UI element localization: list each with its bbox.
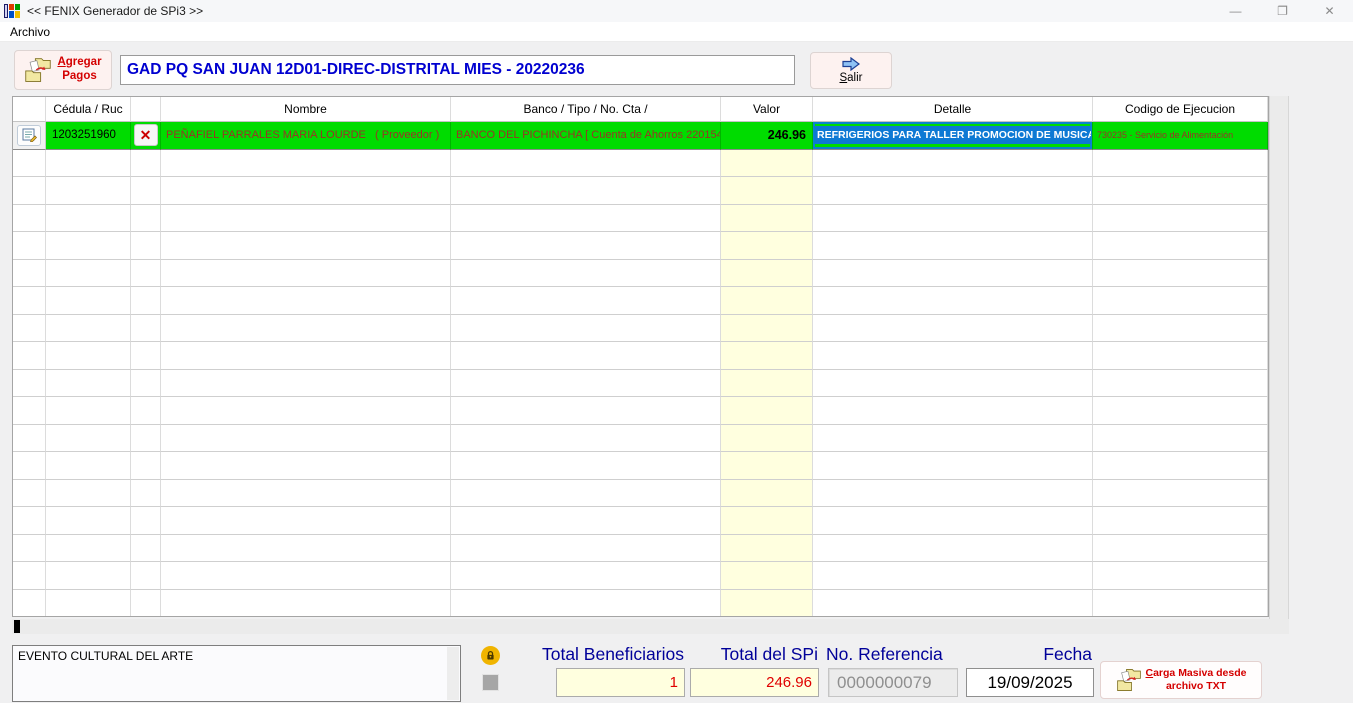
agregar-pagos-label: Agregar Pagos [57, 56, 102, 82]
delete-row-cell[interactable]: ✕ [131, 122, 161, 150]
cedula-cell[interactable]: 1203251960 [46, 122, 131, 150]
restore-button[interactable]: ❐ [1259, 0, 1306, 22]
empty-table-row[interactable] [13, 314, 1268, 342]
header-codigo: Codigo de Ejecucion [1093, 97, 1268, 122]
empty-table-row[interactable] [13, 562, 1268, 590]
fecha-field[interactable] [966, 668, 1094, 697]
detalle-selected-text: REFRIGERIOS PARA TALLER PROMOCION DE MUS… [814, 126, 1091, 145]
header-nombre: Nombre [161, 97, 451, 122]
lock-icon [481, 646, 500, 665]
menu-bar: Archivo [0, 22, 1353, 42]
no-referencia-field [828, 668, 958, 697]
empty-table-row[interactable] [13, 397, 1268, 425]
exit-arrow-icon [842, 57, 860, 71]
no-referencia-label: No. Referencia [826, 644, 943, 664]
empty-table-row[interactable] [13, 204, 1268, 232]
codigo-ejecucion-cell[interactable]: 730235 - Servicio de Alimentación [1093, 122, 1268, 150]
header-valor: Valor [721, 97, 813, 122]
menu-item-archivo[interactable]: Archivo [0, 25, 60, 39]
carga-masiva-label: Carga Masiva desde archivo TXT [1145, 667, 1247, 692]
observacion-box: EVENTO CULTURAL DEL ARTE [12, 645, 461, 702]
carga-masiva-button[interactable]: Carga Masiva desde archivo TXT [1100, 661, 1262, 699]
empty-table-row[interactable] [13, 424, 1268, 452]
header-banco: Banco / Tipo / No. Cta / [451, 97, 721, 122]
vertical-scrollbar[interactable] [1269, 96, 1289, 634]
app-icon [4, 4, 20, 18]
header-blank2 [131, 97, 161, 122]
horizontal-scrollbar-thumb[interactable] [14, 620, 20, 633]
payment-row[interactable]: 1203251960 ✕ PEÑAFIEL PARRALES MARIA LOU… [13, 122, 1268, 150]
header-detalle: Detalle [813, 97, 1093, 122]
header-cedula: Cédula / Ruc [46, 97, 131, 122]
edit-row-cell[interactable] [13, 122, 46, 150]
empty-table-row[interactable] [13, 177, 1268, 205]
salir-button[interactable]: Salir [810, 52, 892, 89]
empty-table-row[interactable] [13, 507, 1268, 535]
folders-arrow-icon [1116, 669, 1141, 691]
empty-table-row[interactable] [13, 589, 1268, 616]
empty-table-row[interactable] [13, 452, 1268, 480]
empty-table-row[interactable] [13, 259, 1268, 287]
valor-cell[interactable]: 246.96 [721, 122, 813, 150]
header-blank1 [13, 97, 46, 122]
total-beneficiarios-label: Total Beneficiarios [541, 644, 684, 664]
empty-table-row[interactable] [13, 369, 1268, 397]
table-header-row: Cédula / Ruc Nombre Banco / Tipo / No. C… [13, 97, 1268, 122]
banco-cell[interactable]: BANCO DEL PICHINCHA [ Cuenta de Ahorros … [451, 122, 721, 150]
total-beneficiarios-field[interactable] [556, 668, 685, 697]
minimize-button[interactable]: — [1212, 0, 1259, 22]
close-button[interactable]: ✕ [1306, 0, 1353, 22]
observacion-scrollbar[interactable] [447, 647, 459, 700]
empty-table-row[interactable] [13, 534, 1268, 562]
delete-x-icon[interactable]: ✕ [133, 124, 158, 147]
nombre-cell[interactable]: PEÑAFIEL PARRALES MARIA LOURDE ( Proveed… [161, 122, 451, 150]
payments-table: Cédula / Ruc Nombre Banco / Tipo / No. C… [12, 96, 1269, 617]
empty-table-row[interactable] [13, 149, 1268, 177]
empty-table-row[interactable] [13, 287, 1268, 315]
empty-table-row[interactable] [13, 232, 1268, 260]
detalle-cell-selected[interactable]: REFRIGERIOS PARA TALLER PROMOCION DE MUS… [813, 122, 1093, 150]
empty-table-row[interactable] [13, 342, 1268, 370]
app-window: << FENIX Generador de SPi3 >> — ❐ ✕ Arch… [0, 0, 1353, 703]
title-bar: << FENIX Generador de SPi3 >> — ❐ ✕ [0, 0, 1353, 22]
total-spi-field[interactable] [690, 668, 819, 697]
salir-label: Salir [839, 72, 863, 84]
entity-title-input[interactable] [120, 55, 795, 85]
horizontal-scrollbar[interactable] [12, 619, 1289, 634]
edit-form-icon[interactable] [17, 124, 41, 146]
window-title: << FENIX Generador de SPi3 >> [27, 4, 204, 18]
status-color-swatch[interactable] [482, 674, 499, 691]
table-body: 1203251960 ✕ PEÑAFIEL PARRALES MARIA LOU… [13, 122, 1268, 616]
empty-table-row[interactable] [13, 479, 1268, 507]
observacion-textarea[interactable]: EVENTO CULTURAL DEL ARTE [13, 646, 460, 701]
folders-arrow-icon [25, 58, 52, 82]
total-spi-label: Total del SPi [720, 644, 818, 664]
fecha-label: Fecha [1043, 644, 1092, 664]
agregar-pagos-button[interactable]: Agregar Pagos [14, 50, 112, 90]
